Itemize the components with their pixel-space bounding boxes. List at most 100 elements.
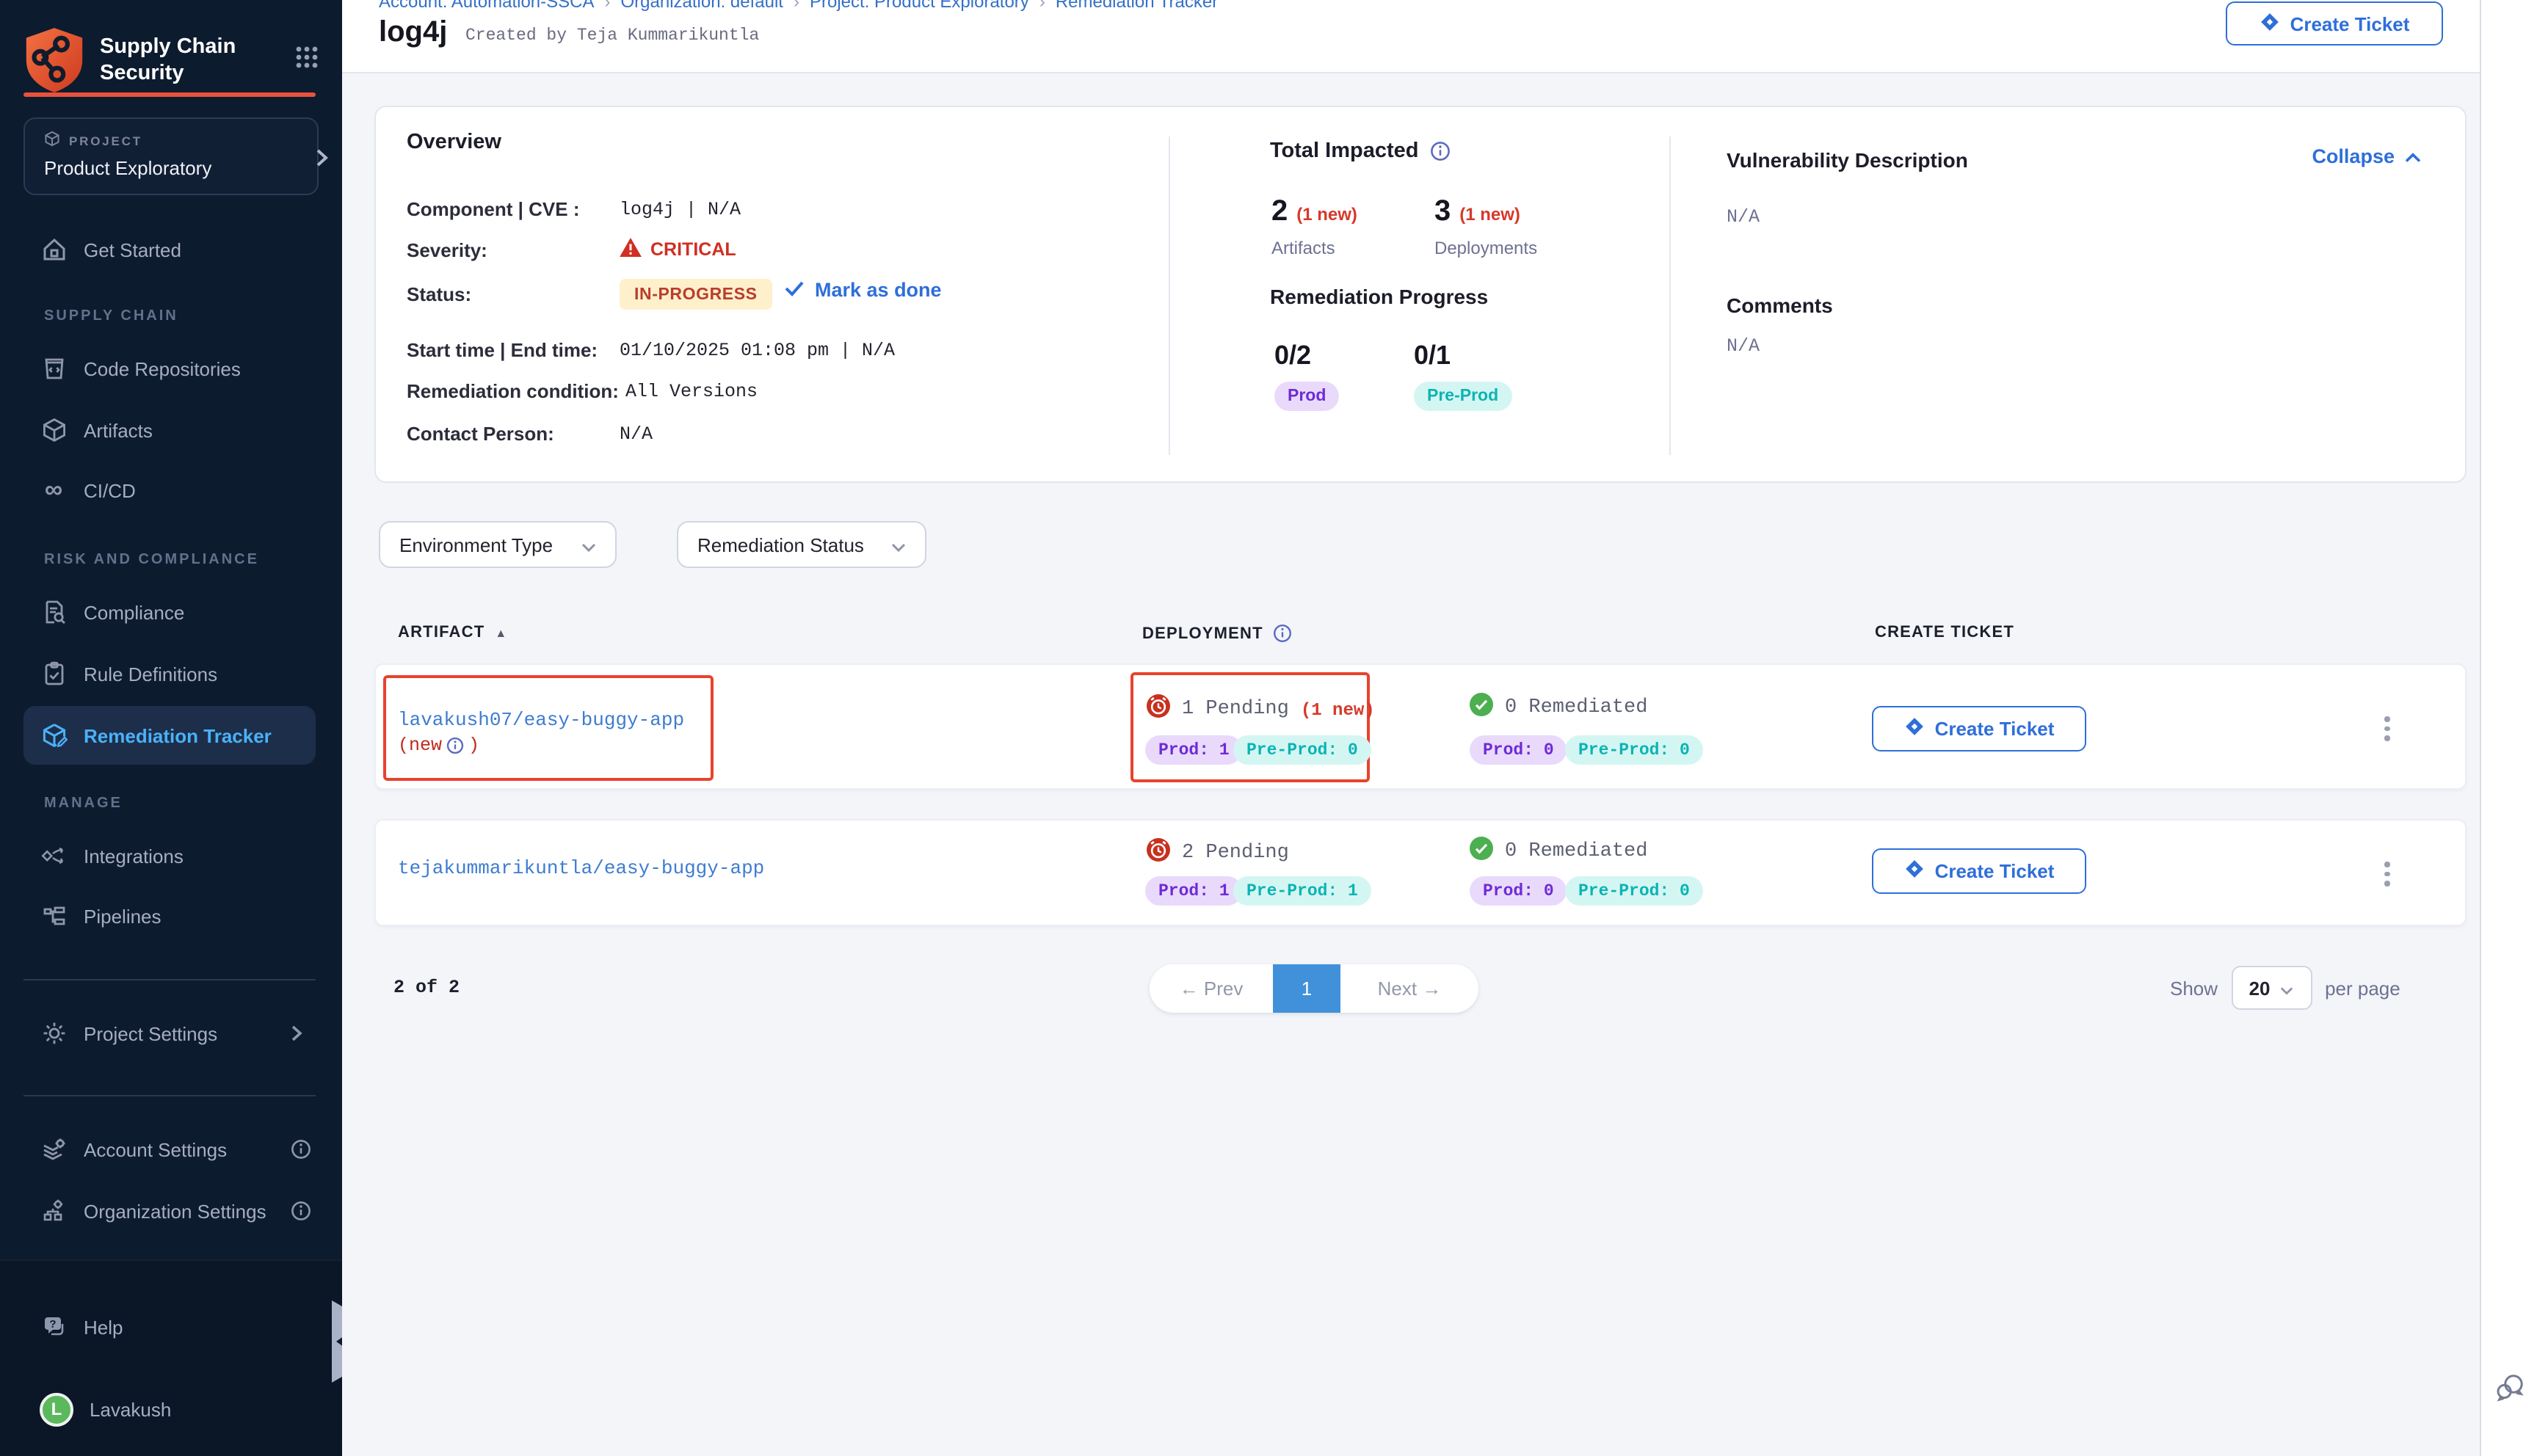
pending-clock-icon <box>1147 694 1170 725</box>
overview-card: Overview Component | CVE : log4j | N/A S… <box>374 106 2467 483</box>
artifacts-new-count: (1 new) <box>1296 204 1357 225</box>
module-grid-icon[interactable] <box>295 45 319 76</box>
table-row[interactable]: lavakush07/easy-buggy-app (new ) 1 Pendi… <box>374 663 2467 790</box>
info-icon[interactable] <box>1274 624 1293 643</box>
project-name: Product Exploratory <box>44 157 302 179</box>
info-icon[interactable] <box>446 737 464 754</box>
create-ticket-button[interactable]: Create Ticket <box>2226 1 2443 46</box>
sidebar-item-pipelines[interactable]: Pipelines <box>0 894 342 938</box>
pending-status: 2 Pending <box>1147 838 1289 869</box>
remediated-status: 0 Remediated <box>1470 837 1647 867</box>
page-size-select[interactable]: 20 <box>2231 966 2312 1010</box>
prev-page-button[interactable]: ← Prev <box>1150 978 1273 1000</box>
highlight-box-deployment <box>1130 672 1370 782</box>
sidebar-item-cicd[interactable]: ∞ CI/CD <box>0 468 342 512</box>
environment-type-filter[interactable]: Environment Type <box>379 521 617 568</box>
sidebar-item-remediation-tracker[interactable]: Remediation Tracker <box>0 713 342 757</box>
page-size-control: Show 20 per page <box>2170 964 2400 1011</box>
sidebar-item-integrations[interactable]: Integrations <box>0 834 342 878</box>
next-page-button[interactable]: Next → <box>1340 978 1478 1000</box>
info-icon[interactable] <box>1431 141 1451 161</box>
ticket-diamond-icon <box>1904 859 1925 884</box>
sidebar-item-label: Account Settings <box>84 1138 227 1160</box>
artifact-link[interactable]: lavakush07/easy-buggy-app <box>398 709 684 731</box>
pending-count: 1 Pending <box>1182 699 1289 721</box>
code-repo-icon <box>40 354 68 382</box>
vulnerability-section: Vulnerability Description Collapse N/A C… <box>1727 107 2468 484</box>
arrow-right-icon: → <box>1422 978 1441 1000</box>
shield-logo-icon <box>23 26 85 94</box>
remediated-check-icon <box>1470 693 1493 724</box>
remediated-status: 0 Remediated <box>1470 693 1647 724</box>
sidebar-item-label: Compliance <box>84 601 184 623</box>
remediation-status-filter[interactable]: Remediation Status <box>677 521 926 568</box>
home-icon <box>40 236 68 263</box>
sidebar-item-label: Project Settings <box>84 1022 217 1044</box>
results-count: 2 of 2 <box>393 978 460 998</box>
user-name: Lavakush <box>90 1398 171 1420</box>
sidebar-item-get-started[interactable]: Get Started <box>0 228 342 272</box>
vulnerability-heading: Vulnerability Description <box>1727 148 1968 172</box>
support-chat-icon[interactable] <box>2493 1371 2527 1412</box>
info-icon[interactable] <box>291 1139 311 1160</box>
current-page-button[interactable]: 1 <box>1273 964 1340 1013</box>
pipelines-icon <box>40 902 68 930</box>
create-ticket-button[interactable]: Create Ticket <box>1872 706 2086 751</box>
app-root: Supply Chain Security PROJECT <box>0 0 2537 1456</box>
breadcrumb-account[interactable]: Account: Automation-SSCA <box>379 0 595 12</box>
sidebar-item-account-settings[interactable]: Account Settings <box>0 1127 342 1171</box>
sidebar-item-label: Code Repositories <box>84 357 241 379</box>
breadcrumb-project[interactable]: Project: Product Exploratory <box>810 0 1029 12</box>
create-ticket-button[interactable]: Create Ticket <box>1872 848 2086 894</box>
row-menu-kebab-icon[interactable] <box>2376 716 2399 740</box>
breadcrumb-organization[interactable]: Organization: default <box>621 0 784 12</box>
sidebar-item-help[interactable]: ? Help <box>0 1305 342 1349</box>
total-impacted-section: Total Impacted 2 (1 new) Artifacts 3 (1 … <box>1270 107 1666 484</box>
app-logo: Supply Chain Security <box>23 26 319 94</box>
sidebar-section-supply-chain: SUPPLY CHAIN <box>44 308 178 324</box>
create-ticket-label: Create Ticket <box>1935 860 2055 882</box>
pending-prod-badge: Prod: 1 <box>1145 876 1243 906</box>
prod-progress-ratio: 0/2 <box>1274 341 1311 371</box>
column-header-artifact[interactable]: ARTIFACT ▲ <box>398 624 507 641</box>
main-area: Account: Automation-SSCA › Organization:… <box>342 0 2537 1456</box>
help-chat-icon: ? <box>40 1313 68 1341</box>
page-title: log4j <box>379 16 447 50</box>
document-search-icon <box>40 598 68 626</box>
avatar: L <box>40 1392 73 1426</box>
remediated-count: 0 Remediated <box>1505 697 1647 719</box>
page-header: Account: Automation-SSCA › Organization:… <box>342 0 2537 73</box>
deployments-impacted-count: 3 <box>1434 195 1451 229</box>
cube-icon <box>40 416 68 444</box>
sidebar: Supply Chain Security PROJECT <box>0 0 342 1456</box>
sidebar-item-project-settings[interactable]: Project Settings <box>0 1011 342 1055</box>
sidebar-item-compliance[interactable]: Compliance <box>0 590 342 634</box>
sidebar-item-code-repositories[interactable]: Code Repositories <box>0 346 342 390</box>
warning-triangle-icon <box>620 238 642 261</box>
app-title: Supply Chain Security <box>100 34 280 87</box>
mark-as-done-link[interactable]: Mark as done <box>784 279 942 301</box>
user-menu[interactable]: L Lavakush <box>0 1386 342 1433</box>
breadcrumb-current[interactable]: Remediation Tracker <box>1056 0 1218 12</box>
remediated-count: 0 Remediated <box>1505 841 1647 863</box>
collapse-link[interactable]: Collapse <box>2312 145 2421 167</box>
row-menu-kebab-icon[interactable] <box>2376 862 2399 886</box>
artifact-link[interactable]: tejakummarikuntla/easy-buggy-app <box>398 857 764 879</box>
preprod-progress-ratio: 0/1 <box>1414 341 1451 371</box>
breadcrumb-separator: › <box>605 0 611 12</box>
sidebar-item-organization-settings[interactable]: Organization Settings <box>0 1189 342 1233</box>
remediated-prod-badge: Prod: 0 <box>1470 735 1567 765</box>
sidebar-item-label: Help <box>84 1316 123 1338</box>
condition-value: All Versions <box>625 382 758 402</box>
brand-divider <box>23 92 316 97</box>
sidebar-item-rule-definitions[interactable]: Rule Definitions <box>0 652 342 696</box>
component-label: Component | CVE : <box>407 198 580 220</box>
remediated-preprod-badge: Pre-Prod: 0 <box>1565 876 1703 906</box>
remediated-preprod-badge: Pre-Prod: 0 <box>1565 735 1703 765</box>
comments-heading: Comments <box>1727 294 1833 317</box>
sidebar-item-artifacts[interactable]: Artifacts <box>0 408 342 452</box>
table-row[interactable]: tejakummarikuntla/easy-buggy-app 2 Pendi… <box>374 819 2467 926</box>
info-icon[interactable] <box>291 1201 311 1221</box>
project-selector[interactable]: PROJECT Product Exploratory <box>23 117 319 195</box>
scrollbar-gutter[interactable] <box>2480 0 2537 1456</box>
